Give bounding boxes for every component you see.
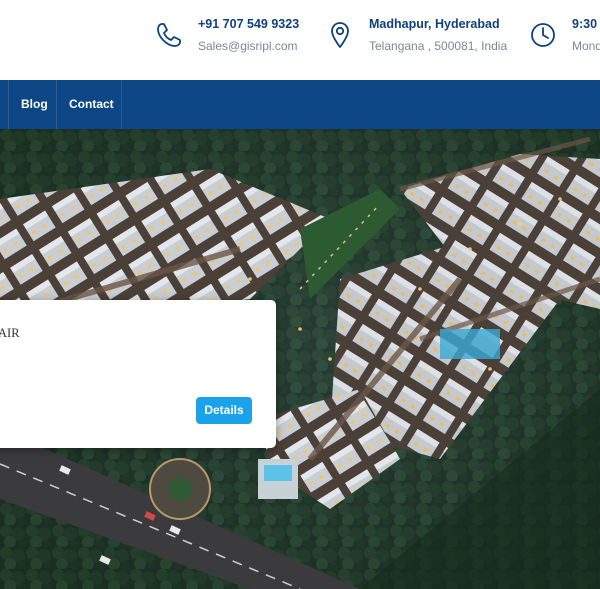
address-city: Madhapur, Hyderabad: [369, 17, 500, 31]
contact-hours: 9:30 A Mond: [528, 16, 600, 54]
details-button[interactable]: Details: [196, 397, 252, 424]
hours-time: 9:30 A: [572, 17, 600, 31]
location-pin-icon: [331, 22, 349, 48]
hours-days: Mond: [572, 39, 600, 53]
contact-phone: +91 707 549 9323 Sales@gisripl.com: [154, 16, 299, 54]
phone-icon: [157, 23, 181, 47]
nav-divider: [56, 80, 57, 129]
nav-item-blog[interactable]: Blog: [21, 80, 48, 129]
main-nav: Blog Contact: [0, 80, 600, 129]
nav-divider: [121, 80, 122, 129]
clock-icon: [531, 23, 555, 47]
project-card: AIR Details: [0, 300, 276, 448]
contact-address: Madhapur, Hyderabad Telangana , 500081, …: [325, 16, 507, 54]
card-text: AIR: [0, 326, 20, 340]
sales-email[interactable]: Sales@gisripl.com: [198, 38, 299, 54]
top-contact-bar: +91 707 549 9323 Sales@gisripl.com Madha…: [0, 0, 600, 80]
nav-item-contact[interactable]: Contact: [69, 80, 114, 129]
address-state: Telangana , 500081, India: [369, 39, 508, 53]
phone-number[interactable]: +91 707 549 9323: [198, 16, 299, 32]
nav-divider: [8, 80, 9, 129]
